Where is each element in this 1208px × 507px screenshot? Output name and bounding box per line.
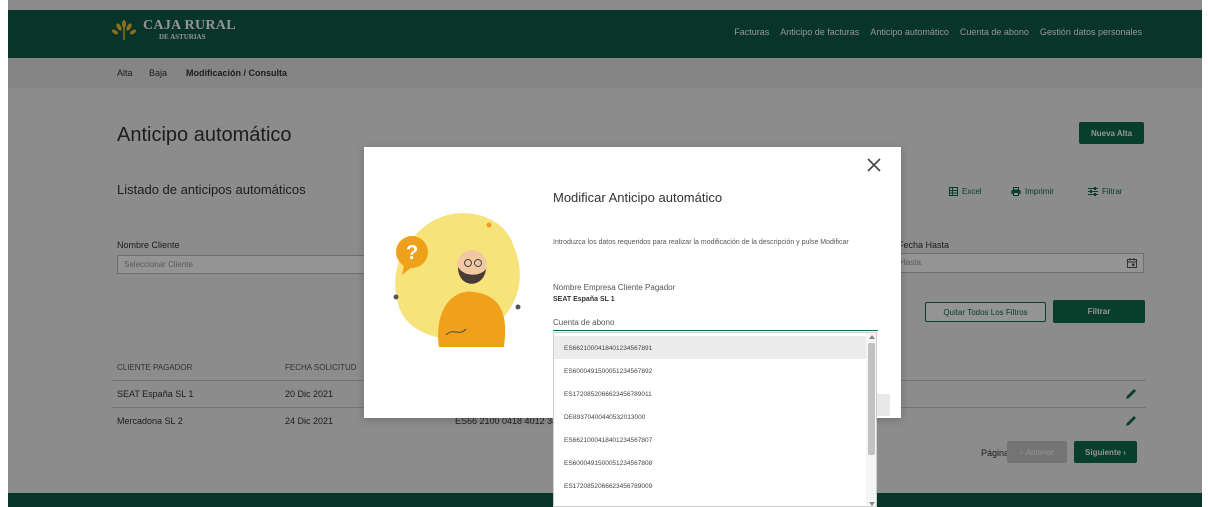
scrollbar-thumb[interactable] — [868, 343, 875, 455]
modal-instructions: Introduzca los datos requeridos para rea… — [553, 239, 849, 246]
question-person-illustration: ? — [393, 213, 521, 347]
close-icon[interactable] — [866, 157, 882, 173]
account-option[interactable]: ES1720852066623456789011 — [554, 382, 866, 405]
account-option[interactable]: DE89370400440532013000 — [554, 405, 866, 428]
account-dropdown-list[interactable]: ES6621000418401234567891 ES6000491500051… — [553, 332, 877, 507]
company-label: Nombre Empresa Cliente Pagador — [553, 283, 676, 292]
account-option[interactable]: ES6621000418401234567807 — [554, 428, 866, 451]
account-option[interactable]: ES1720852066623456789009 — [554, 474, 866, 497]
account-option[interactable]: ES6000491500051234567892 — [554, 359, 866, 382]
company-value: SEAT España SL 1 — [553, 296, 615, 303]
account-select[interactable] — [553, 329, 878, 331]
scroll-up-arrow-icon[interactable] — [869, 335, 875, 339]
account-label: Cuenta de abono — [553, 318, 615, 327]
account-option[interactable]: ES6621000418401234567891 — [554, 336, 866, 359]
svg-text:?: ? — [406, 242, 418, 264]
modal-title: Modificar Anticipo automático — [553, 190, 723, 205]
account-option[interactable]: ES6000491500051234567808 — [554, 451, 866, 474]
app-window: CAJA RURAL DE ASTURIAS Facturas Anticipo… — [8, 0, 1202, 507]
dropdown-scrollbar[interactable] — [866, 333, 876, 506]
scroll-down-arrow-icon[interactable] — [869, 502, 875, 506]
